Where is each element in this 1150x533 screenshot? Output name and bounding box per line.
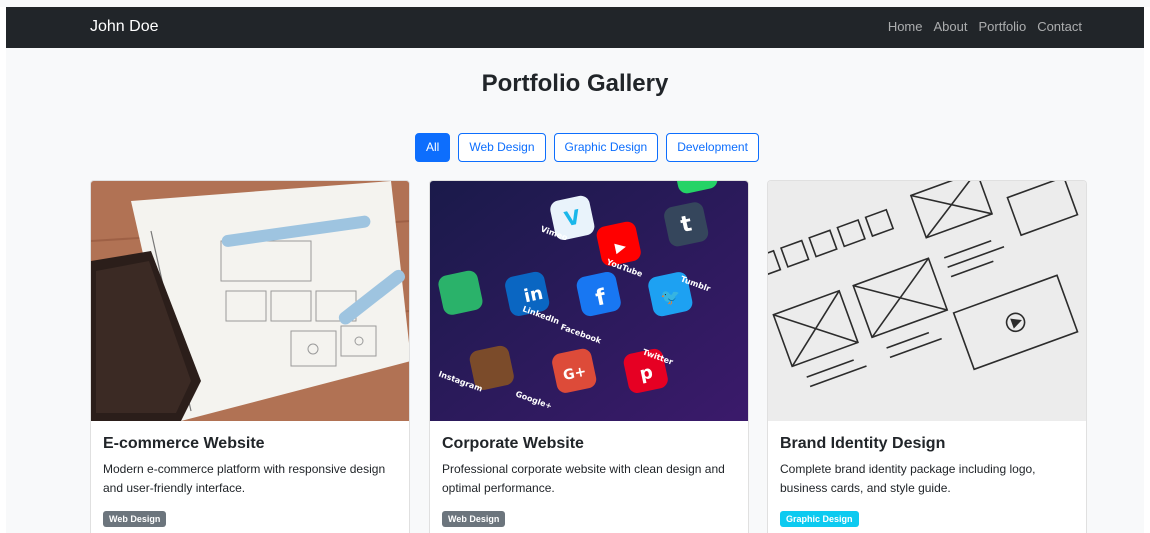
nav-link-portfolio[interactable]: Portfolio [978, 19, 1026, 35]
category-badge: Graphic Design [780, 511, 859, 527]
card-description: Professional corporate website with clea… [442, 462, 725, 495]
portfolio-card-brand-identity[interactable]: Brand Identity Design Complete brand ide… [767, 180, 1087, 533]
card-body: Brand Identity Design Complete brand ide… [768, 421, 1086, 533]
card-title: Brand Identity Design [780, 435, 946, 452]
portfolio-card-corporate[interactable]: in f ▶ t G+ p 🐦 V LinkedIn Facebook Twit… [429, 180, 749, 533]
filter-development-button[interactable]: Development [666, 133, 759, 162]
filter-all-button[interactable]: All [415, 133, 451, 162]
browser-top-strip [0, 0, 1150, 7]
card-description: Modern e-commerce platform with responsi… [103, 462, 386, 495]
filter-web-design-button[interactable]: Web Design [458, 133, 546, 162]
portfolio-card-ecommerce[interactable]: E-commerce Website Modern e-commerce pla… [90, 180, 410, 533]
card-image-wireframe-sketch [91, 181, 409, 421]
nav-links: Home About Portfolio Contact [888, 19, 1082, 35]
svg-text:🐦: 🐦 [659, 285, 682, 308]
nav-link-home[interactable]: Home [888, 19, 923, 35]
card-title: Corporate Website [442, 435, 584, 452]
page-title: Portfolio Gallery [481, 70, 669, 97]
card-title: E-commerce Website [103, 435, 265, 452]
filter-graphic-design-button[interactable]: Graphic Design [553, 133, 659, 162]
navbar: John Doe Home About Portfolio Contact [6, 7, 1144, 48]
card-body: E-commerce Website Modern e-commerce pla… [91, 421, 409, 533]
nav-link-contact[interactable]: Contact [1037, 19, 1082, 35]
brand-link[interactable]: John Doe [90, 17, 159, 37]
card-description: Complete brand identity package includin… [780, 462, 1036, 495]
category-badge: Web Design [103, 511, 167, 527]
nav-link-about[interactable]: About [934, 19, 968, 35]
main-content: Portfolio Gallery All Web Design Graphic… [6, 48, 1144, 533]
card-image-wireframe-drawing [768, 181, 1086, 421]
filter-bar: All Web Design Graphic Design Developmen… [415, 133, 759, 162]
card-body: Corporate Website Professional corporate… [430, 421, 748, 533]
card-image-social-apps: in f ▶ t G+ p 🐦 V LinkedIn Facebook Twit… [430, 181, 748, 421]
category-badge: Web Design [442, 511, 506, 527]
